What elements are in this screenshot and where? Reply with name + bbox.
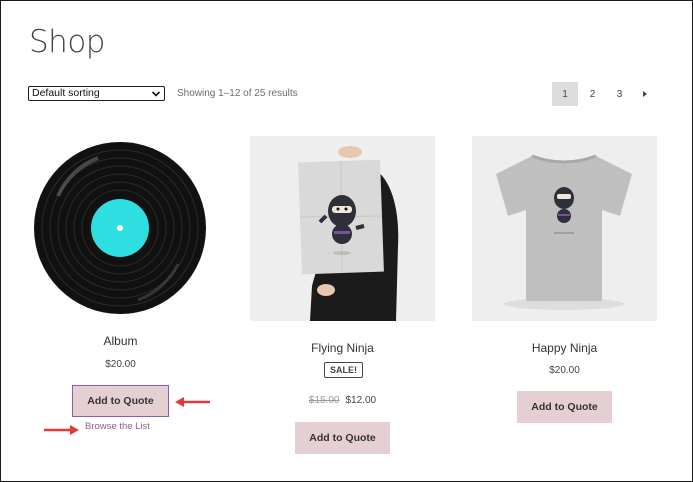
product-price-happy-ninja: $20.00 bbox=[549, 365, 580, 376]
browse-the-list-link[interactable]: Browse the List bbox=[85, 421, 150, 432]
annotation-arrow-icon bbox=[175, 397, 210, 407]
sale-price: $12.00 bbox=[345, 395, 377, 406]
page-3-link[interactable]: 3 bbox=[606, 82, 633, 106]
ninja-tshirt-image bbox=[496, 154, 632, 310]
result-count: Showing 1–12 of 25 results bbox=[177, 88, 298, 99]
next-arrow-icon bbox=[643, 91, 647, 97]
album-product-image[interactable] bbox=[28, 136, 213, 321]
add-to-quote-button-album[interactable]: Add to Quote bbox=[72, 385, 169, 417]
old-price: $15.00 bbox=[308, 395, 340, 406]
page-1-link[interactable]: 1 bbox=[552, 82, 578, 106]
chevron-down-icon bbox=[151, 90, 161, 97]
product-price-album: $20.00 bbox=[105, 359, 136, 370]
product-name-happy-ninja[interactable]: Happy Ninja bbox=[472, 341, 657, 355]
product-name-album[interactable]: Album bbox=[28, 334, 213, 348]
add-to-quote-button-happy-ninja[interactable]: Add to Quote bbox=[517, 391, 612, 423]
ninja-poster-image bbox=[298, 146, 399, 321]
sorting-select-value: Default sorting bbox=[32, 87, 100, 99]
sale-badge: SALE! bbox=[324, 362, 363, 378]
flying-ninja-product-image[interactable] bbox=[250, 136, 435, 321]
page-2-link[interactable]: 2 bbox=[579, 82, 606, 106]
annotation-arrow-icon bbox=[44, 425, 79, 435]
product-name-flying-ninja[interactable]: Flying Ninja bbox=[250, 341, 435, 355]
next-page-button[interactable] bbox=[633, 82, 657, 106]
page-title: Shop bbox=[29, 24, 105, 60]
happy-ninja-product-image[interactable] bbox=[472, 136, 657, 321]
add-to-quote-button-flying-ninja[interactable]: Add to Quote bbox=[295, 422, 390, 454]
sorting-select[interactable]: Default sorting bbox=[28, 86, 165, 101]
product-price-flying-ninja: $15.00 $12.00 bbox=[250, 395, 435, 406]
